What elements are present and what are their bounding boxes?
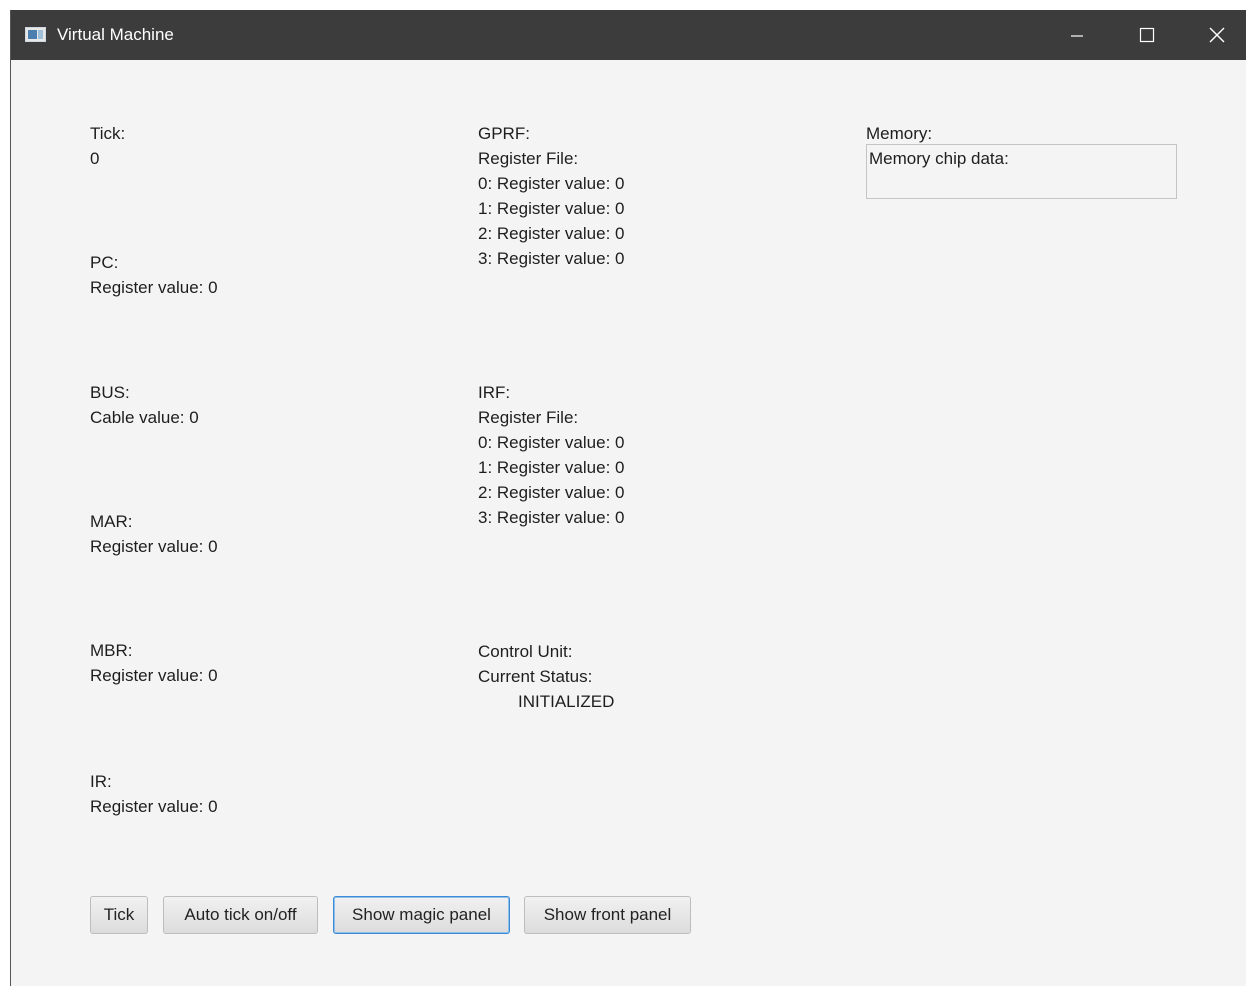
pc-label: PC: (90, 253, 119, 272)
minimize-button[interactable] (1047, 10, 1107, 60)
tick-button[interactable]: Tick (90, 896, 148, 934)
minimize-icon (1071, 35, 1083, 37)
current-status-label: Current Status: (478, 667, 593, 686)
mar-value: Register value: 0 (90, 537, 218, 556)
mbr-value: Register value: 0 (90, 666, 218, 685)
gprf-register-1: 1: Register value: 0 (478, 199, 625, 218)
memory-chip-data-text: Memory chip data: (869, 149, 1009, 168)
gprf-label: GPRF: (478, 124, 530, 143)
title-bar[interactable]: Virtual Machine (11, 10, 1246, 60)
bus-value: Cable value: 0 (90, 408, 199, 427)
main-window: Virtual Machine Tick: 0 PC: Register val… (10, 10, 1246, 986)
tick-label: Tick: (90, 124, 126, 143)
gprf-register-2: 2: Register value: 0 (478, 224, 625, 243)
irf-register-0: 0: Register value: 0 (478, 433, 625, 452)
irf-register-2: 2: Register value: 0 (478, 483, 625, 502)
show-front-panel-button[interactable]: Show front panel (524, 896, 691, 934)
maximize-icon (1139, 27, 1155, 43)
gprf-register-file-header: Register File: (478, 149, 579, 168)
ir-value: Register value: 0 (90, 797, 218, 816)
irf-register-file-header: Register File: (478, 408, 579, 427)
ir-label: IR: (90, 772, 112, 791)
irf-label: IRF: (478, 383, 511, 402)
control-unit-label: Control Unit: (478, 642, 573, 661)
irf-register-3: 3: Register value: 0 (478, 508, 625, 527)
auto-tick-toggle-button[interactable]: Auto tick on/off (163, 896, 318, 934)
irf-register-1: 1: Register value: 0 (478, 458, 625, 477)
app-window-icon (25, 27, 46, 42)
mbr-label: MBR: (90, 641, 133, 660)
pc-value: Register value: 0 (90, 278, 218, 297)
memory-chip-data-area[interactable]: Memory chip data: (866, 144, 1177, 199)
window-title: Virtual Machine (57, 25, 174, 44)
gprf-register-0: 0: Register value: 0 (478, 174, 625, 193)
gprf-register-3: 3: Register value: 0 (478, 249, 625, 268)
maximize-button[interactable] (1117, 10, 1177, 60)
mar-label: MAR: (90, 512, 133, 531)
current-status-value: INITIALIZED (518, 692, 615, 711)
close-icon (1209, 27, 1225, 43)
tick-value: 0 (90, 149, 100, 168)
bus-label: BUS: (90, 383, 130, 402)
memory-label: Memory: (866, 124, 933, 143)
close-button[interactable] (1187, 10, 1246, 60)
show-magic-panel-button[interactable]: Show magic panel (333, 896, 510, 934)
